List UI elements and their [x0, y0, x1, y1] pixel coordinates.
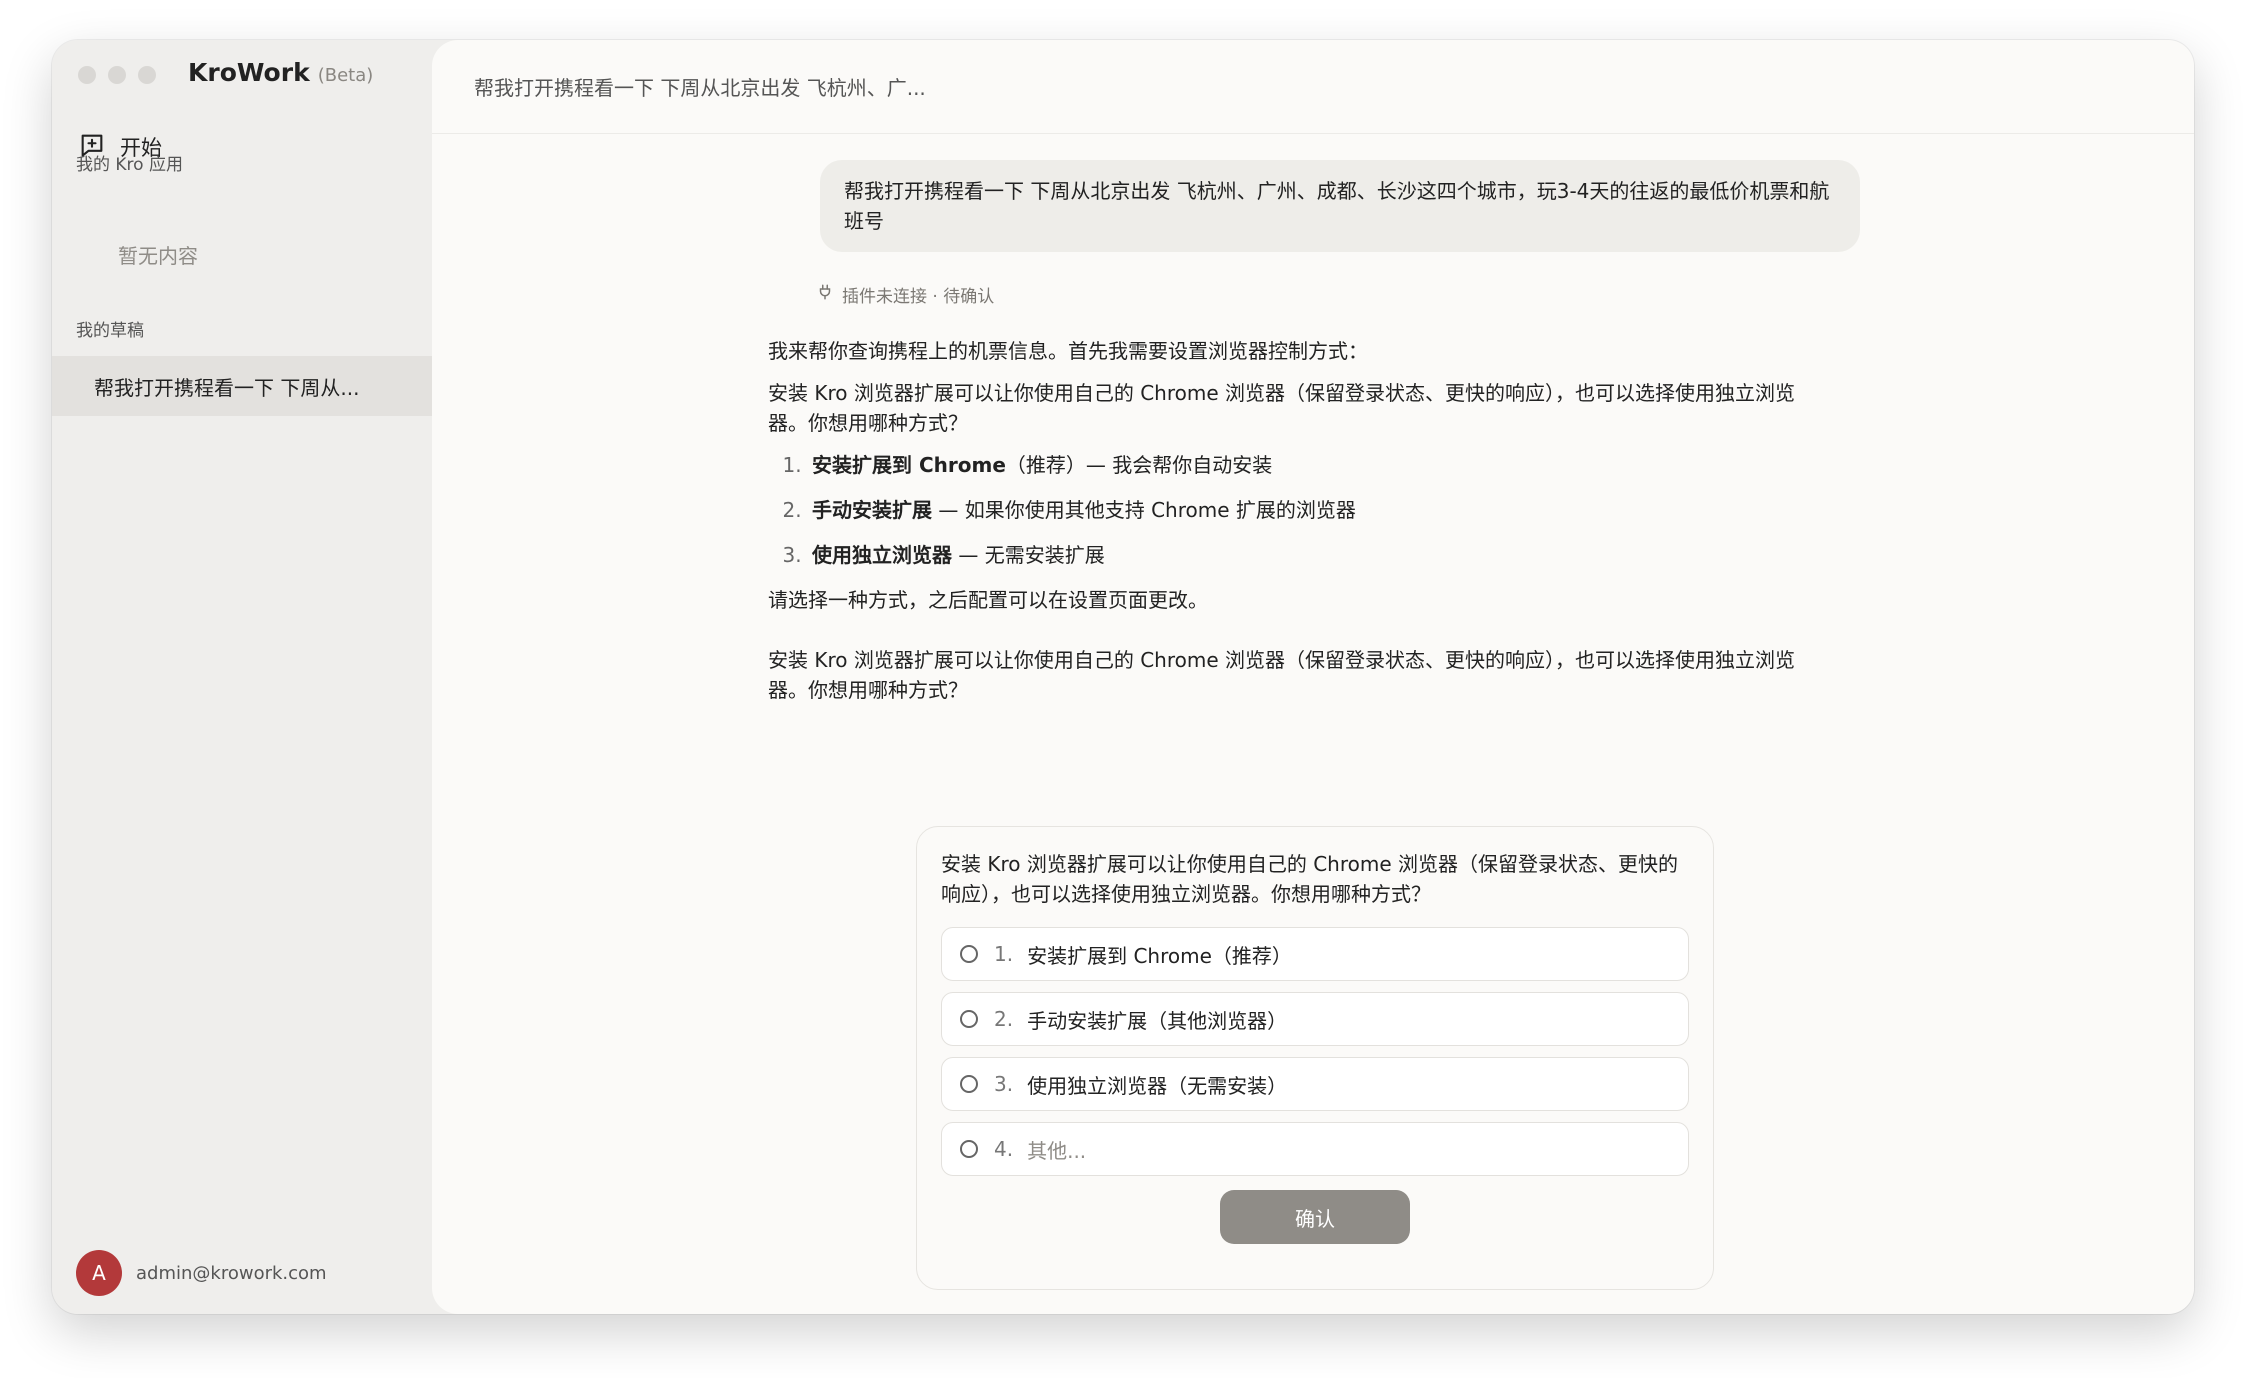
option-label: 手动安装扩展（其他浏览器） — [1027, 1008, 1288, 1033]
radio-button[interactable] — [960, 945, 978, 963]
close-window-button[interactable] — [78, 66, 96, 84]
app-title: KroWork (Beta) — [188, 58, 373, 87]
list-item-title: 手动安装扩展 — [812, 498, 932, 522]
list-item-desc: — 无需安装扩展 — [952, 543, 1105, 567]
user-email: admin@krowork.com — [136, 1262, 327, 1284]
draft-item-label: 帮我打开携程看一下 下周从... — [94, 375, 360, 400]
assistant-explain: 安装 Kro 浏览器扩展可以让你使用自己的 Chrome 浏览器（保留登录状态、… — [768, 381, 1796, 435]
minimize-window-button[interactable] — [108, 66, 126, 84]
user-message: 帮我打开携程看一下 下周从北京出发 飞杭州、广州、成都、长沙这四个城市，玩3-4… — [820, 160, 1860, 252]
zoom-window-button[interactable] — [138, 66, 156, 84]
apps-empty-text: 暂无内容 — [118, 244, 198, 268]
list-item-title: 使用独立浏览器 — [812, 543, 952, 567]
plugin-status-text: 插件未连接 · 待确认 — [842, 287, 995, 307]
option-label: 使用独立浏览器（无需安装） — [1027, 1073, 1288, 1098]
list-item-desc: （推荐）— 我会帮你自动安装 — [1005, 453, 1273, 477]
option-number: 3. — [994, 1072, 1014, 1096]
radio-button[interactable] — [960, 1140, 978, 1158]
sidebar: KroWork (Beta) 开始 我的 Kro 应用 暂无内容 我的草稿 帮我打… — [52, 40, 432, 1314]
choice-option-1[interactable]: 1. 安装扩展到 Chrome（推荐） — [941, 927, 1689, 981]
choice-option-2[interactable]: 2. 手动安装扩展（其他浏览器） — [941, 992, 1689, 1046]
user-account[interactable]: A admin@krowork.com — [76, 1250, 327, 1296]
app-name: KroWork — [188, 58, 310, 87]
apps-section-label: 我的 Kro 应用 — [76, 155, 183, 175]
radio-button[interactable] — [960, 1075, 978, 1093]
option-label: 安装扩展到 Chrome（推荐） — [1027, 943, 1292, 968]
list-item-title: 安装扩展到 Chrome — [812, 453, 1006, 477]
choice-option-other[interactable]: 4. 其他... — [941, 1122, 1689, 1176]
plug-icon — [816, 283, 834, 306]
beta-badge: (Beta) — [317, 65, 374, 86]
card-question: 安装 Kro 浏览器扩展可以让你使用自己的 Chrome 浏览器（保留登录状态、… — [941, 852, 1679, 906]
list-item: 手动安装扩展 — 如果你使用其他支持 Chrome 扩展的浏览器 — [808, 495, 1828, 525]
app-window: KroWork (Beta) 开始 我的 Kro 应用 暂无内容 我的草稿 帮我打… — [52, 40, 2194, 1314]
radio-button[interactable] — [960, 1010, 978, 1028]
assistant-options-list: 安装扩展到 Chrome（推荐）— 我会帮你自动安装 手动安装扩展 — 如果你使… — [768, 450, 1828, 570]
list-item: 安装扩展到 Chrome（推荐）— 我会帮你自动安装 — [808, 450, 1828, 480]
assistant-closing: 请选择一种方式，之后配置可以在设置页面更改。 — [768, 588, 1208, 612]
assistant-message: 我来帮你查询携程上的机票信息。首先我需要设置浏览器控制方式： 安装 Kro 浏览… — [768, 336, 1828, 717]
option-other-input[interactable]: 其他... — [1027, 1135, 1086, 1164]
choice-option-3[interactable]: 3. 使用独立浏览器（无需安装） — [941, 1057, 1689, 1111]
list-item-desc: — 如果你使用其他支持 Chrome 扩展的浏览器 — [932, 498, 1356, 522]
option-number: 4. — [994, 1137, 1014, 1161]
drafts-section-label: 我的草稿 — [76, 321, 144, 341]
choice-card: 安装 Kro 浏览器扩展可以让你使用自己的 Chrome 浏览器（保留登录状态、… — [916, 826, 1714, 1290]
window-controls — [78, 66, 156, 84]
list-item: 使用独立浏览器 — 无需安装扩展 — [808, 540, 1828, 570]
option-number: 2. — [994, 1007, 1014, 1031]
draft-item[interactable]: 帮我打开携程看一下 下周从... — [52, 356, 432, 416]
assistant-intro: 我来帮你查询携程上的机票信息。首先我需要设置浏览器控制方式： — [768, 339, 1368, 363]
avatar: A — [76, 1250, 122, 1296]
assistant-repeat: 安装 Kro 浏览器扩展可以让你使用自己的 Chrome 浏览器（保留登录状态、… — [768, 648, 1796, 702]
chat-main: 帮我打开携程看一下 下周从北京出发 飞杭州、广... 帮我打开携程看一下 下周从… — [432, 40, 2194, 1314]
conversation-title: 帮我打开携程看一下 下周从北京出发 飞杭州、广... — [432, 40, 2194, 134]
option-number: 1. — [994, 942, 1014, 966]
confirm-button[interactable]: 确认 — [1220, 1190, 1410, 1244]
plugin-status: 插件未连接 · 待确认 — [816, 282, 994, 307]
